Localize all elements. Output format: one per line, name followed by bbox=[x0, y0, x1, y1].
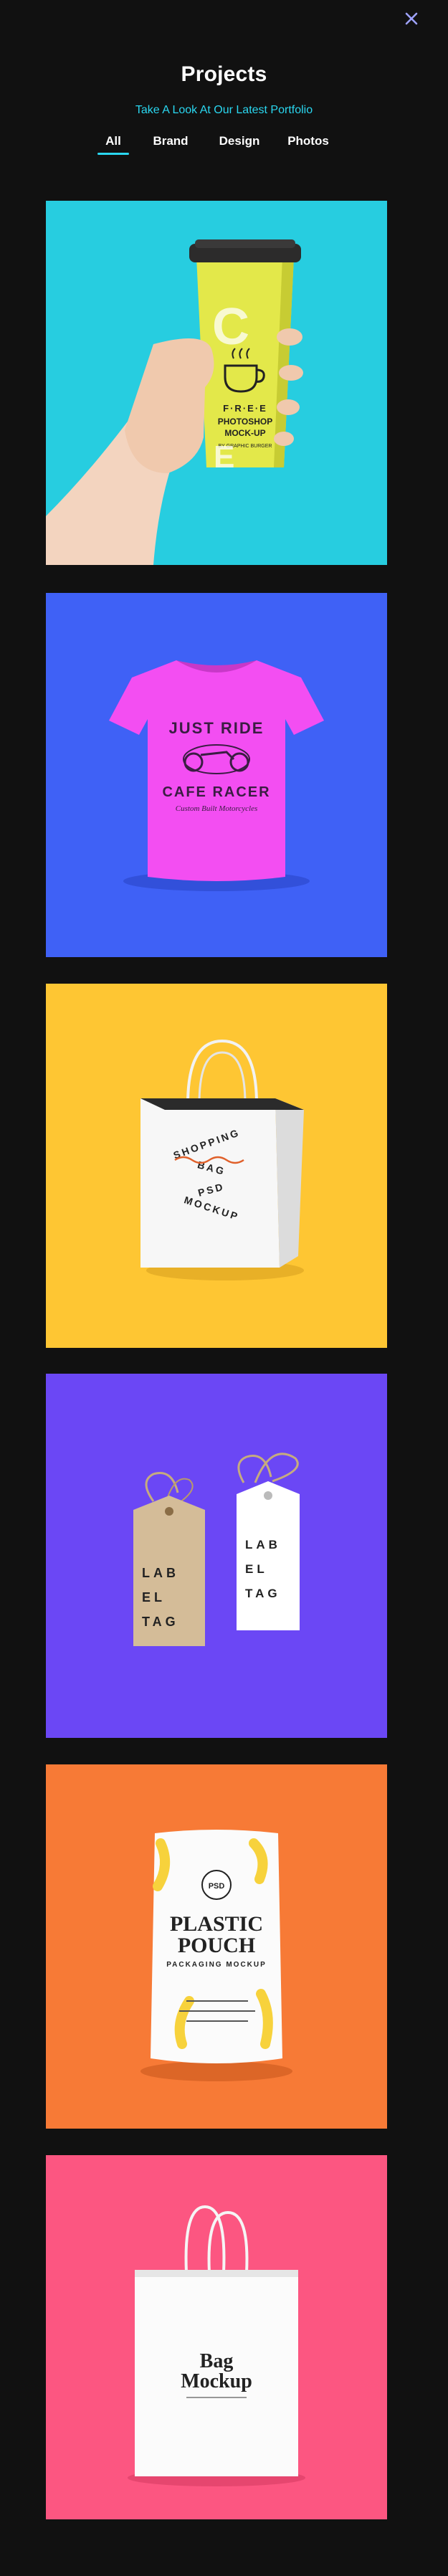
shopping-bag-image bbox=[140, 1098, 280, 1268]
portfolio-item-tshirt[interactable]: JUST RIDE CAFE RACER Custom Built Motorc… bbox=[46, 593, 387, 957]
filter-tabs: All Brand Design Photos bbox=[0, 133, 448, 162]
cup-text-photoshop: PHOTOSHOP bbox=[218, 417, 272, 427]
pouch-text-pouch: POUCH bbox=[178, 1934, 255, 1957]
cup-text-free: F·R·E·E bbox=[223, 403, 267, 414]
tag2-text-line2: EL bbox=[245, 1562, 268, 1576]
pouch-text-packaging: PACKAGING MOCKUP bbox=[166, 1961, 267, 1969]
tag2-text-line3: TAG bbox=[245, 1587, 281, 1600]
tshirt-text-cafe-racer: CAFE RACER bbox=[162, 784, 270, 800]
portfolio-item-label-tags[interactable]: LAB EL TAG LAB EL TAG bbox=[46, 1374, 387, 1738]
tshirt-text-tagline: Custom Built Motorcycles bbox=[176, 804, 257, 813]
close-button[interactable] bbox=[403, 10, 420, 27]
tag1-text-line1: LAB bbox=[142, 1566, 179, 1580]
bag-text-mockup: Mockup bbox=[181, 2370, 252, 2392]
close-icon bbox=[405, 12, 418, 25]
portfolio-item-shopping-bag[interactable]: SHOPPING BAG PSD MOCKUP bbox=[46, 984, 387, 1348]
pouch-text-badge: PSD bbox=[209, 1882, 225, 1891]
tag1-text-line3: TAG bbox=[142, 1615, 179, 1629]
pouch-text-plastic: PLASTIC bbox=[170, 1912, 263, 1936]
cup-text-mockup: MOCK-UP bbox=[224, 428, 265, 438]
portfolio-item-bag[interactable]: Bag Mockup bbox=[46, 2155, 387, 2519]
cup-big-letter: C bbox=[212, 298, 249, 356]
tab-photos[interactable]: Photos bbox=[272, 133, 344, 149]
card-background bbox=[46, 1374, 387, 1738]
cup-big-letter-2: E bbox=[214, 439, 234, 475]
tag1-text-line2: EL bbox=[142, 1590, 166, 1605]
tshirt-text-just-ride: JUST RIDE bbox=[169, 719, 264, 737]
tag-white-image bbox=[237, 1481, 300, 1630]
portfolio-item-coffee-cup[interactable]: C F·R·E·E PHOTOSHOP MOCK-UP BY GRAPHIC B… bbox=[46, 201, 387, 565]
tab-brand[interactable]: Brand bbox=[135, 133, 206, 149]
tab-design[interactable]: Design bbox=[204, 133, 275, 149]
tag2-text-line1: LAB bbox=[245, 1538, 281, 1551]
page-title: Projects bbox=[181, 62, 267, 86]
active-tab-indicator bbox=[97, 153, 129, 155]
portfolio-item-plastic-pouch[interactable]: PSD PLASTIC POUCH PACKAGING MOCKUP bbox=[46, 1764, 387, 2129]
bag-text-bag: Bag bbox=[200, 2350, 234, 2372]
page-subtitle: Take A Look At Our Latest Portfolio bbox=[135, 104, 313, 116]
